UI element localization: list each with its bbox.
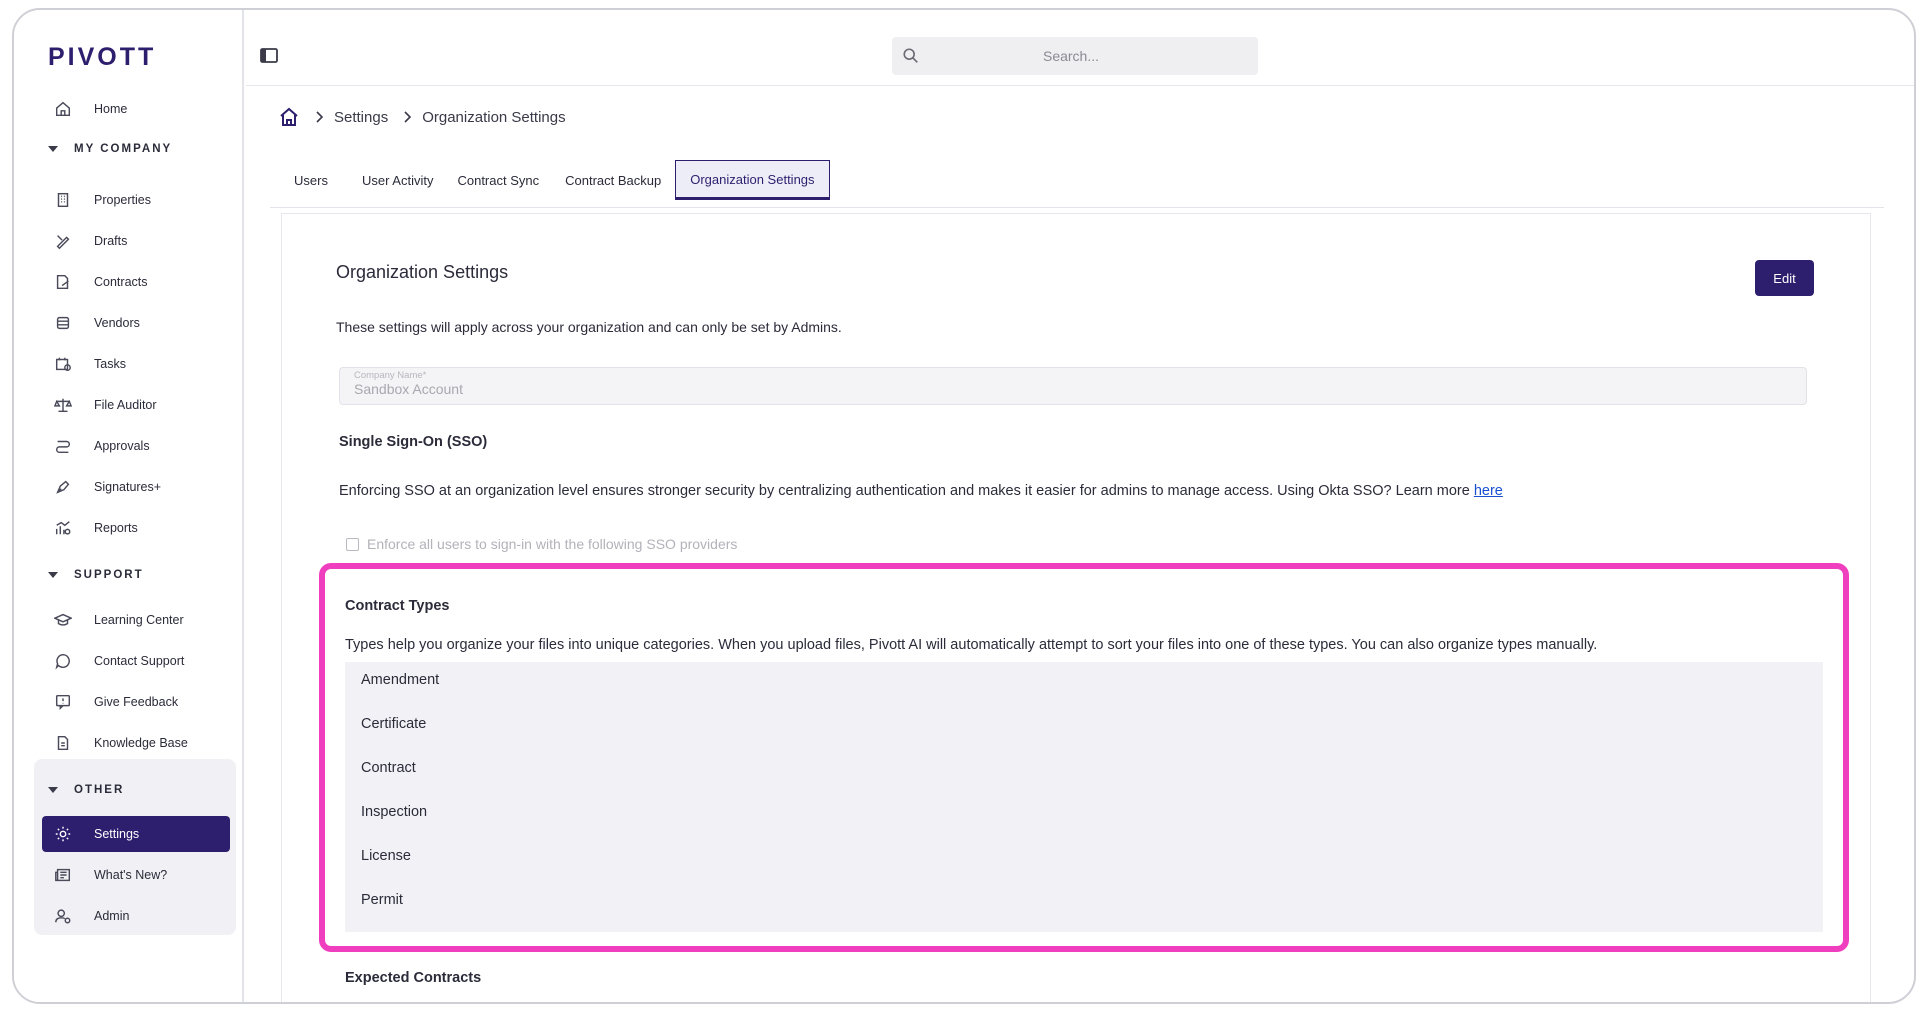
sidebar-item-drafts[interactable]: Drafts (42, 223, 230, 259)
sidebar-item-reports[interactable]: Reports (42, 510, 230, 546)
search-icon (903, 48, 918, 63)
tab-contract-sync[interactable]: Contract Sync (443, 160, 551, 200)
newspaper-icon (52, 864, 74, 886)
graduation-cap-icon (52, 609, 74, 631)
list-item[interactable]: License (361, 848, 411, 864)
sidebar-item-admin[interactable]: Admin (42, 898, 230, 934)
sidebar-item-file-auditor[interactable]: File Auditor (42, 387, 230, 423)
list-item[interactable]: Amendment (361, 672, 439, 688)
search-input[interactable] (920, 48, 1222, 64)
app-window: PIVOTT Home MY COMPANY Properties Drafts… (12, 8, 1916, 1004)
document-sign-icon (52, 271, 74, 293)
caret-down-icon (48, 146, 58, 152)
sidebar-item-knowledge-base[interactable]: Knowledge Base (42, 725, 230, 761)
sidebar-item-signatures[interactable]: Signatures+ (42, 469, 230, 505)
search-bar[interactable] (892, 37, 1258, 75)
chat-bubble-icon (52, 650, 74, 672)
sso-title: Single Sign-On (SSO) (339, 434, 488, 450)
route-icon (52, 435, 74, 457)
company-name-label: Company Name* (354, 370, 427, 381)
gear-icon (52, 823, 74, 845)
section-my-company[interactable]: MY COMPANY (42, 139, 172, 159)
pencil-ruler-icon (52, 230, 74, 252)
section-other[interactable]: OTHER (42, 780, 124, 800)
tab-user-activity[interactable]: User Activity (350, 160, 444, 200)
pivott-logo: PIVOTT (48, 43, 157, 71)
caret-down-icon (48, 572, 58, 578)
list-item[interactable]: Contract (361, 760, 416, 776)
calendar-clock-icon (52, 353, 74, 375)
sidebar-item-home[interactable]: Home (42, 91, 230, 127)
building-icon (52, 189, 74, 211)
sidebar-item-tasks[interactable]: Tasks (42, 346, 230, 382)
expected-contracts-title: Expected Contracts (345, 970, 482, 986)
enforce-sso-checkbox[interactable] (346, 537, 359, 551)
sidebar-item-whats-new[interactable]: What's New? (42, 857, 230, 893)
contract-types-list: Amendment Certificate Contract Inspectio… (345, 662, 1823, 932)
sidebar-item-vendors[interactable]: Vendors (42, 305, 230, 341)
company-name-input[interactable] (354, 381, 754, 397)
edit-button[interactable]: Edit (1755, 260, 1814, 296)
contract-types-description: Types help you organize your files into … (345, 637, 1598, 653)
home-icon[interactable] (278, 106, 300, 128)
home-icon (52, 98, 74, 120)
company-name-field[interactable]: Company Name* (339, 367, 1807, 405)
breadcrumb-settings[interactable]: Settings (334, 109, 388, 126)
pen-nib-icon (52, 476, 74, 498)
document-icon (52, 732, 74, 754)
user-gear-icon (52, 905, 74, 927)
caret-down-icon (48, 787, 58, 793)
sidebar-item-contracts[interactable]: Contracts (42, 264, 230, 300)
sidebar-item-properties[interactable]: Properties (42, 182, 230, 218)
chevron-right-icon (316, 111, 324, 123)
sso-description: Enforcing SSO at an organization level e… (339, 483, 1503, 499)
learn-more-link[interactable]: here (1474, 483, 1503, 499)
enforce-sso-checkbox-row[interactable]: Enforce all users to sign-in with the fo… (346, 536, 737, 552)
list-item[interactable]: Certificate (361, 716, 426, 732)
sidebar-item-settings[interactable]: Settings (42, 816, 230, 852)
top-bar (246, 10, 1914, 86)
chart-icon (52, 517, 74, 539)
breadcrumb: Settings Organization Settings (278, 106, 566, 128)
settings-tabs: Users User Activity Contract Sync Contra… (270, 160, 1884, 208)
chevron-right-icon (404, 111, 412, 123)
page-title: Organization Settings (336, 262, 509, 282)
contract-types-title: Contract Types (345, 598, 450, 614)
feedback-icon (52, 691, 74, 713)
sidebar-toggle-icon[interactable] (260, 48, 278, 64)
enforce-sso-label: Enforce all users to sign-in with the fo… (367, 536, 738, 552)
sidebar: PIVOTT Home MY COMPANY Properties Drafts… (14, 10, 244, 1002)
org-settings-description: These settings will apply across your or… (336, 319, 842, 335)
list-item[interactable]: Inspection (361, 804, 427, 820)
sidebar-item-learning-center[interactable]: Learning Center (42, 602, 230, 638)
sidebar-item-contact-support[interactable]: Contact Support (42, 643, 230, 679)
section-support[interactable]: SUPPORT (42, 565, 144, 585)
breadcrumb-organization-settings: Organization Settings (422, 108, 566, 126)
sidebar-item-give-feedback[interactable]: Give Feedback (42, 684, 230, 720)
tab-contract-backup[interactable]: Contract Backup (551, 160, 675, 200)
store-icon (52, 312, 74, 334)
sidebar-item-approvals[interactable]: Approvals (42, 428, 230, 464)
scale-icon (52, 394, 74, 416)
list-item[interactable]: Permit (361, 892, 403, 908)
tab-organization-settings[interactable]: Organization Settings (675, 160, 830, 200)
tab-users[interactable]: Users (270, 160, 350, 200)
